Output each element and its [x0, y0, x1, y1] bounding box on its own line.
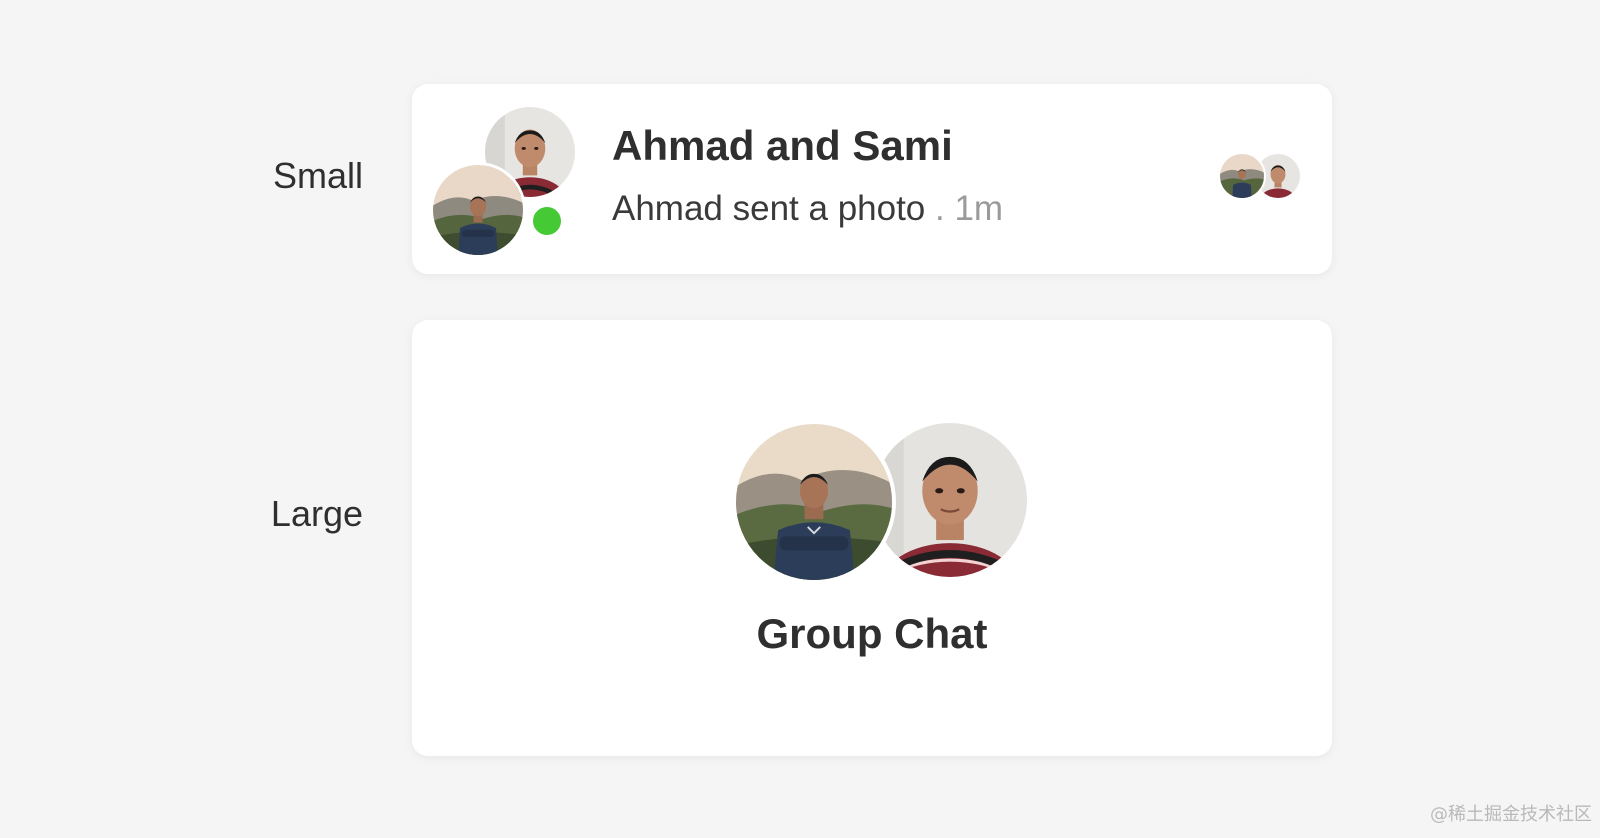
watermark: @稀土掘金技术社区	[1430, 804, 1592, 825]
chat-preview: Ahmad sent a photo . 1m	[612, 189, 1003, 229]
page: Small Large Ahmad and Sami Ahmad sent a …	[0, 0, 1600, 838]
row-label-small: Small	[272, 155, 363, 196]
avatar-ahmad	[430, 162, 526, 258]
last-message: Ahmad sent a photo	[612, 189, 926, 228]
chat-title: Ahmad and Sami	[612, 122, 953, 169]
chat-list-item[interactable]: Ahmad and Sami Ahmad sent a photo . 1m	[412, 84, 1332, 274]
seen-avatar-ahmad	[1218, 152, 1266, 200]
group-chat-card[interactable]: Group Chat	[412, 320, 1332, 756]
group-chat-title: Group Chat	[756, 610, 988, 657]
group-avatar-ahmad	[732, 420, 896, 584]
message-time: 1m	[954, 189, 1004, 228]
online-status-indicator	[530, 204, 564, 238]
row-label-large: Large	[270, 493, 363, 534]
time-separator: .	[925, 189, 955, 228]
